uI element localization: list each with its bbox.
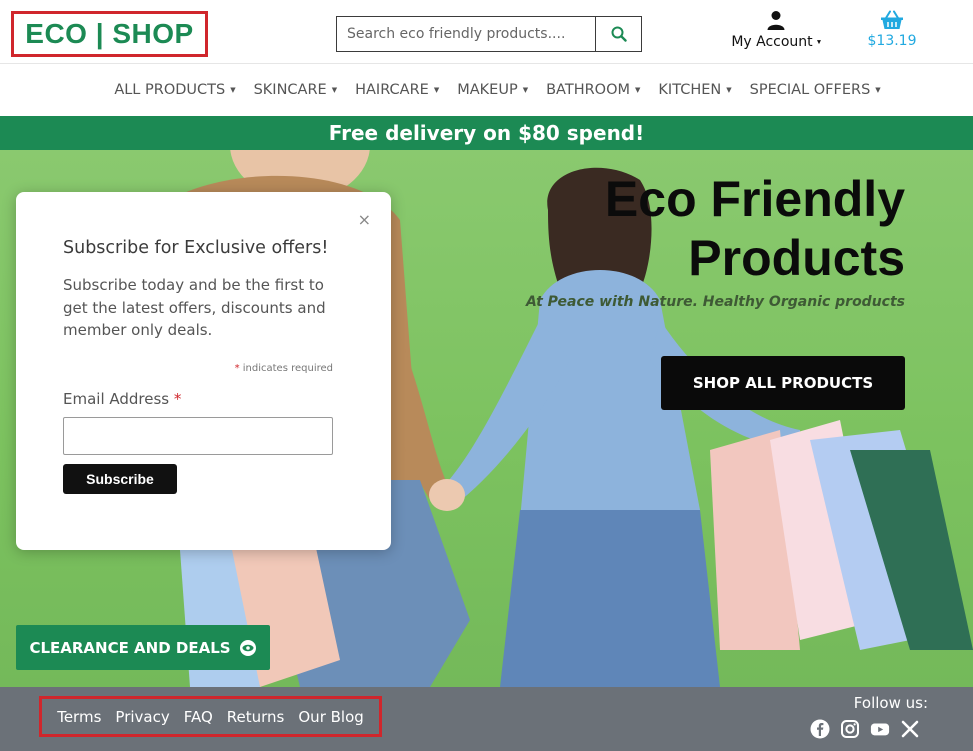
nav-item-kitchen[interactable]: KITCHEN ▼: [658, 82, 731, 98]
footer-link-returns[interactable]: Returns: [227, 708, 285, 726]
nav-item-skincare[interactable]: SKINCARE ▼: [254, 82, 338, 98]
account-label: My Account: [716, 34, 836, 50]
footer-link-privacy[interactable]: Privacy: [115, 708, 169, 726]
promo-banner: Free delivery on $80 spend!: [0, 116, 973, 150]
search-icon: [611, 26, 627, 42]
footer-link-terms[interactable]: Terms: [57, 708, 101, 726]
eye-icon: [239, 639, 256, 656]
cart-button[interactable]: $13.19: [864, 10, 920, 49]
email-label-text: Email Address: [63, 390, 174, 408]
youtube-icon[interactable]: [870, 719, 890, 739]
footer-link-faq[interactable]: FAQ: [184, 708, 213, 726]
required-note: * indicates required: [235, 363, 333, 374]
follow-us-label: Follow us:: [853, 694, 928, 712]
nav-item-label: SPECIAL OFFERS: [749, 82, 871, 98]
nav-item-label: KITCHEN: [658, 82, 722, 98]
nav-item-label: ALL PRODUCTS: [114, 82, 226, 98]
site-footer: Terms Privacy FAQ Returns Our Blog Follo…: [0, 687, 973, 751]
footer-links: Terms Privacy FAQ Returns Our Blog: [39, 696, 382, 737]
site-header: ECO | SHOP My Account $13.19: [0, 0, 973, 64]
site-logo[interactable]: ECO | SHOP: [11, 11, 208, 57]
account-menu[interactable]: My Account: [716, 10, 836, 50]
nav-item-makeup[interactable]: MAKEUP ▼: [457, 82, 528, 98]
nav-item-label: SKINCARE: [253, 82, 327, 98]
email-field[interactable]: [63, 417, 333, 455]
search-bar: [336, 16, 642, 52]
caret-down-icon: ▼: [433, 86, 440, 94]
hero-title-line2: Products: [688, 230, 905, 286]
caret-down-icon: ▼: [331, 86, 338, 94]
cart-total: $13.19: [867, 33, 917, 49]
basket-icon: [881, 10, 903, 29]
hero-title-line1: Eco Friendly: [604, 171, 905, 227]
nav-item-all-products[interactable]: ALL PRODUCTS ▼: [114, 82, 235, 98]
subscribe-popup: × Subscribe for Exclusive offers! Subscr…: [16, 192, 391, 550]
hero-subtitle: At Peace with Nature. Healthy Organic pr…: [526, 294, 905, 310]
instagram-icon[interactable]: [840, 719, 860, 739]
search-input[interactable]: [337, 17, 595, 51]
nav-item-special-offers[interactable]: SPECIAL OFFERS ▼: [750, 82, 881, 98]
shop-all-products-label: SHOP ALL PRODUCTS: [692, 374, 874, 392]
popup-description: Subscribe today and be the first to get …: [63, 276, 326, 339]
shop-all-products-button[interactable]: SHOP ALL PRODUCTS: [661, 356, 905, 410]
nav-item-label: HAIRCARE: [355, 82, 429, 98]
footer-link-blog[interactable]: Our Blog: [298, 708, 363, 726]
caret-down-icon: ▼: [230, 86, 236, 94]
caret-down-icon: ▼: [635, 86, 641, 94]
required-note-text: indicates required: [239, 363, 333, 374]
caret-down-icon: ▼: [875, 86, 881, 94]
email-label: Email Address *: [63, 390, 181, 408]
popup-title: Subscribe for Exclusive offers!: [63, 238, 329, 258]
user-icon: [767, 11, 785, 30]
search-button[interactable]: [595, 17, 641, 51]
caret-down-icon: ▼: [522, 86, 529, 94]
clearance-deals-button[interactable]: CLEARANCE AND DEALS: [16, 625, 270, 670]
clearance-deals-label: CLEARANCE AND DEALS: [29, 638, 231, 657]
main-nav: ALL PRODUCTS ▼ SKINCARE ▼ HAIRCARE ▼ MAKEUP…: [0, 64, 973, 116]
nav-item-bathroom[interactable]: BATHROOM ▼: [546, 82, 640, 98]
caret-down-icon: ▼: [726, 86, 732, 94]
x-icon[interactable]: [900, 719, 920, 739]
hero-title: Eco Friendly Products: [485, 170, 905, 288]
facebook-icon[interactable]: [810, 719, 830, 739]
social-links: [810, 719, 920, 739]
required-star: *: [173, 390, 182, 408]
subscribe-button[interactable]: Subscribe: [63, 464, 177, 494]
nav-item-label: MAKEUP: [457, 82, 518, 98]
nav-item-label: BATHROOM: [546, 82, 631, 98]
logo-text: ECO | SHOP: [25, 18, 194, 49]
close-icon[interactable]: ×: [358, 210, 371, 229]
nav-item-haircare[interactable]: HAIRCARE ▼: [355, 82, 439, 98]
